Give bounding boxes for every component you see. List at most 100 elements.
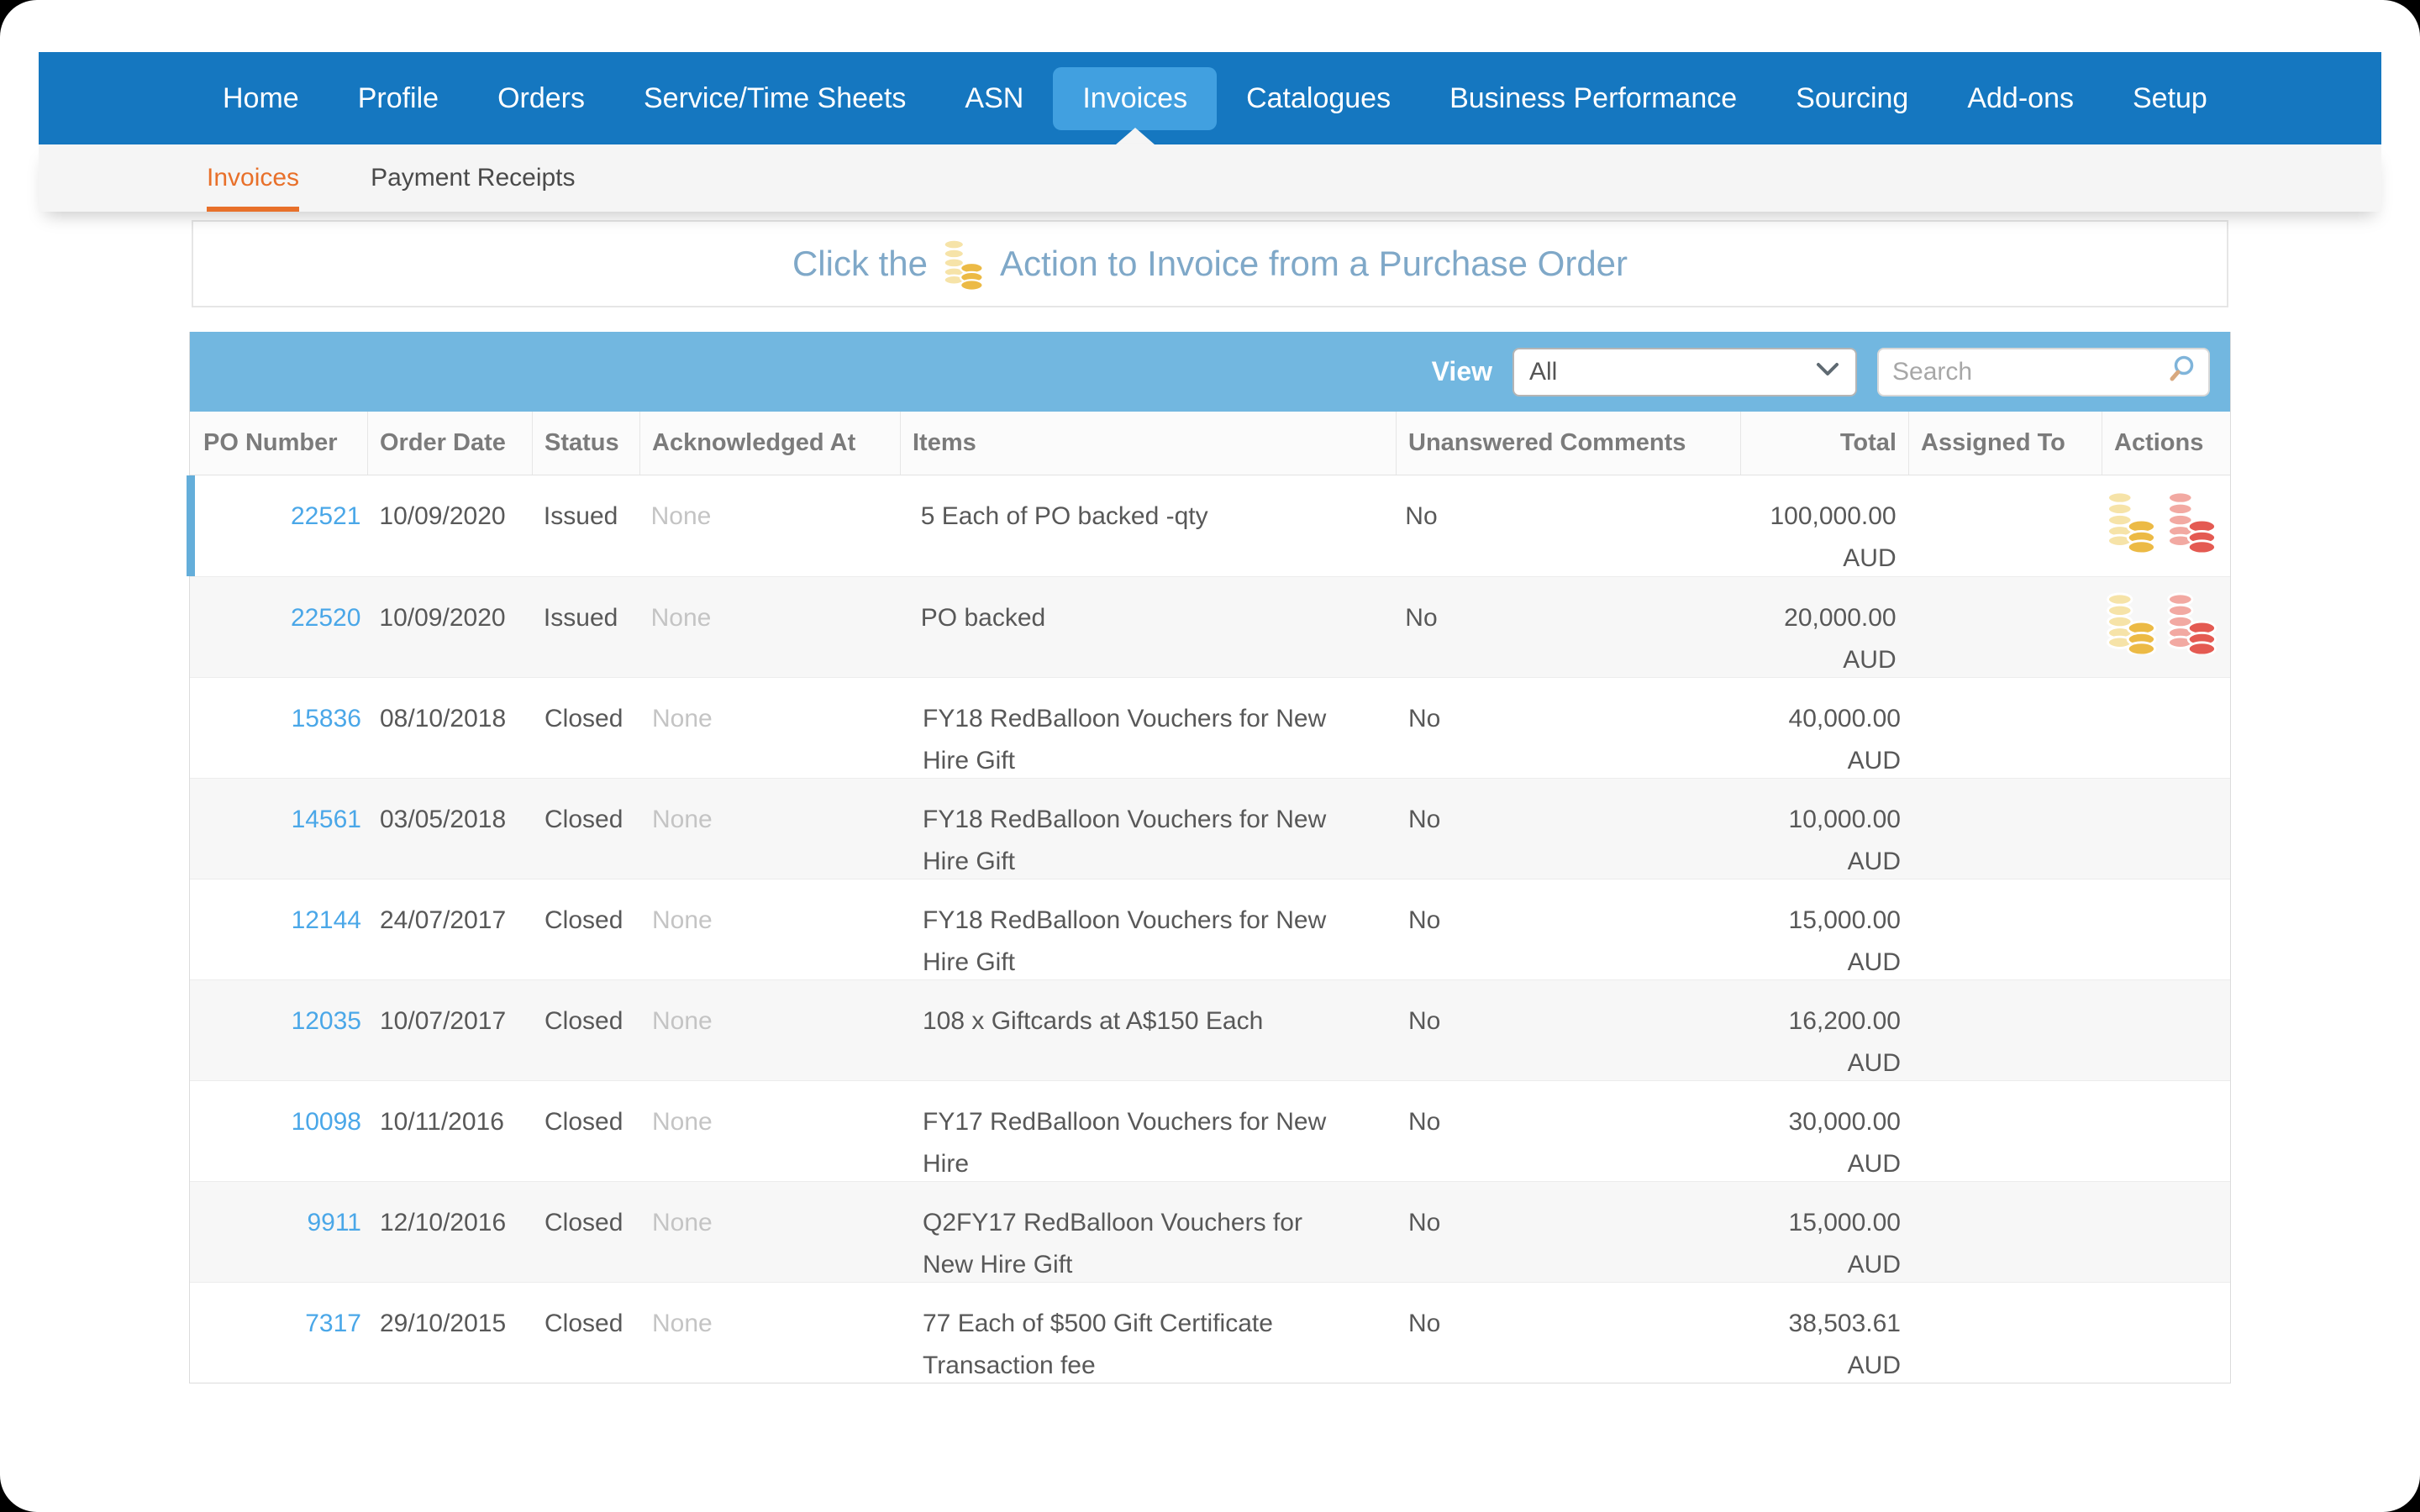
create-invoice-icon[interactable]	[2106, 592, 2158, 677]
active-tab-caret	[1115, 128, 1155, 144]
total-amount: 15,000.00	[1788, 1209, 1901, 1236]
items-cell: PO backed	[920, 604, 1046, 632]
nav-item-catalogues[interactable]: Catalogues	[1217, 67, 1420, 130]
total-currency: AUD	[1843, 543, 1897, 572]
po-number-link[interactable]: 12035	[292, 1007, 361, 1035]
total-amount: 30,000.00	[1788, 1108, 1901, 1136]
total-currency: AUD	[1847, 1250, 1901, 1278]
total-amount: 100,000.00	[1770, 502, 1897, 530]
assigned-to-cell	[1909, 980, 2102, 1080]
order-date-cell: 10/11/2016	[380, 1108, 504, 1136]
assigned-to-cell	[1909, 1081, 2102, 1181]
subnav-tab-invoices[interactable]: Invoices	[207, 144, 300, 212]
chevron-down-icon	[1815, 361, 1840, 382]
po-number-link[interactable]: 7317	[305, 1310, 361, 1337]
total-cell: 40,000.00 AUD	[1741, 678, 1909, 778]
create-credit-note-icon[interactable]	[2166, 491, 2218, 576]
column-header-unanswered-comments[interactable]: Unanswered Comments	[1397, 412, 1741, 475]
total-cell: 100,000.00 AUD	[1737, 475, 1904, 576]
total-currency: AUD	[1843, 645, 1897, 674]
po-number-link[interactable]: 10098	[292, 1108, 361, 1136]
total-cell: 20,000.00 AUD	[1737, 577, 1904, 677]
nav-item-invoices[interactable]: Invoices	[1053, 66, 1218, 130]
acknowledged-at-cell: None	[650, 604, 712, 632]
po-number-link[interactable]: 14561	[292, 806, 361, 833]
subnav-tab-payment-receipts[interactable]: Payment Receipts	[371, 144, 575, 212]
nav-item-home[interactable]: Home	[193, 67, 329, 130]
po-number-cell: 15836	[190, 678, 368, 778]
items-cell: FY18 RedBalloon Vouchers for New Hire Gi…	[923, 806, 1327, 875]
selected-row-indicator	[187, 475, 195, 576]
column-header-actions[interactable]: Actions	[2102, 412, 2230, 475]
nav-item-sourcing[interactable]: Sourcing	[1766, 67, 1938, 130]
total-amount: 15,000.00	[1788, 906, 1901, 934]
create-invoice-icon[interactable]	[2106, 491, 2158, 576]
assigned-to-cell	[1905, 577, 2097, 677]
column-header-acknowledged-at[interactable]: Acknowledged At	[640, 412, 901, 475]
magnifier-icon[interactable]	[2166, 354, 2196, 389]
assigned-to-cell	[1909, 879, 2102, 979]
status-cell: Closed	[544, 1209, 623, 1236]
table-row: 12144 24/07/2017 Closed None FY18 RedBalloon…	[190, 879, 2230, 979]
po-number-link[interactable]: 9911	[307, 1209, 361, 1236]
status-cell: Closed	[544, 1310, 623, 1337]
order-date-cell: 29/10/2015	[380, 1310, 507, 1337]
acknowledged-at-cell: None	[650, 502, 712, 530]
column-header-po-number[interactable]: PO Number	[190, 412, 368, 475]
po-number-cell: 22521	[190, 475, 367, 576]
view-dropdown[interactable]: All	[1512, 347, 1857, 396]
nav-item-service-time-sheets[interactable]: Service/Time Sheets	[614, 67, 935, 130]
po-number-cell: 14561	[190, 779, 368, 879]
items-cell: Q2FY17 RedBalloon Vouchers for New Hire …	[923, 1209, 1302, 1278]
assigned-to-cell	[1909, 1182, 2102, 1282]
table-row: 10098 10/11/2016 Closed None FY17 RedBalloon…	[190, 1080, 2230, 1181]
po-number-link[interactable]: 22520	[291, 604, 360, 632]
total-currency: AUD	[1847, 847, 1901, 875]
nav-item-business-performance[interactable]: Business Performance	[1420, 67, 1766, 130]
column-header-items[interactable]: Items	[901, 412, 1397, 475]
items-cell: FY18 RedBalloon Vouchers for New Hire Gi…	[923, 906, 1327, 976]
po-number-cell: 7317	[190, 1283, 368, 1383]
total-currency: AUD	[1847, 1351, 1901, 1379]
purchase-orders-table: View All PO NumberOrder DateStatusAcknow…	[187, 332, 2231, 1383]
column-header-order-date[interactable]: Order Date	[368, 412, 533, 475]
actions-cell	[2102, 879, 2230, 979]
nav-item-orders[interactable]: Orders	[468, 67, 614, 130]
actions-cell	[2102, 1182, 2230, 1282]
column-header-total[interactable]: Total	[1741, 412, 1909, 475]
assigned-to-cell	[1909, 1283, 2102, 1383]
search-input[interactable]	[1891, 356, 2166, 387]
assigned-to-cell	[1909, 678, 2102, 778]
items-cell: FY18 RedBalloon Vouchers for New Hire Gi…	[923, 705, 1327, 774]
create-credit-note-icon[interactable]	[2166, 592, 2218, 677]
unanswered-comments-cell: No	[1408, 705, 1441, 732]
items-cell: 5 Each of PO backed -qty	[920, 502, 1208, 530]
view-dropdown-value: All	[1529, 357, 1558, 386]
nav-item-profile[interactable]: Profile	[329, 67, 468, 130]
acknowledged-at-cell: None	[652, 705, 713, 732]
primary-nav: Home Profile Orders Service/Time Sheets ASN I…	[39, 52, 2381, 144]
column-header-assigned-to[interactable]: Assigned To	[1909, 412, 2102, 475]
unanswered-comments-cell: No	[1408, 1007, 1441, 1035]
nav-item-setup[interactable]: Setup	[2103, 67, 2237, 130]
secondary-nav: Invoices Payment Receipts	[39, 144, 2381, 212]
banner-text-before: Click the	[792, 244, 929, 283]
actions-cell	[2102, 779, 2230, 879]
column-header-status[interactable]: Status	[533, 412, 640, 475]
order-date-cell: 12/10/2016	[380, 1209, 507, 1236]
po-number-cell: 12144	[190, 879, 368, 979]
table-toolbar: View All	[190, 332, 2230, 412]
total-cell: 10,000.00 AUD	[1741, 779, 1909, 879]
table-row: 12035 10/07/2017 Closed None 108 x Giftcards…	[190, 979, 2230, 1080]
order-date-cell: 10/09/2020	[379, 502, 506, 530]
nav-item-add-ons[interactable]: Add-ons	[1938, 67, 2103, 130]
view-label: View	[1431, 356, 1492, 386]
total-amount: 38,503.61	[1788, 1310, 1901, 1337]
total-cell: 15,000.00 AUD	[1741, 1182, 1909, 1282]
po-number-link[interactable]: 22521	[291, 502, 360, 530]
total-cell: 15,000.00 AUD	[1741, 879, 1909, 979]
po-number-link[interactable]: 15836	[292, 705, 361, 732]
po-number-link[interactable]: 12144	[292, 906, 361, 934]
unanswered-comments-cell: No	[1405, 502, 1438, 530]
nav-item-asn[interactable]: ASN	[935, 67, 1053, 130]
